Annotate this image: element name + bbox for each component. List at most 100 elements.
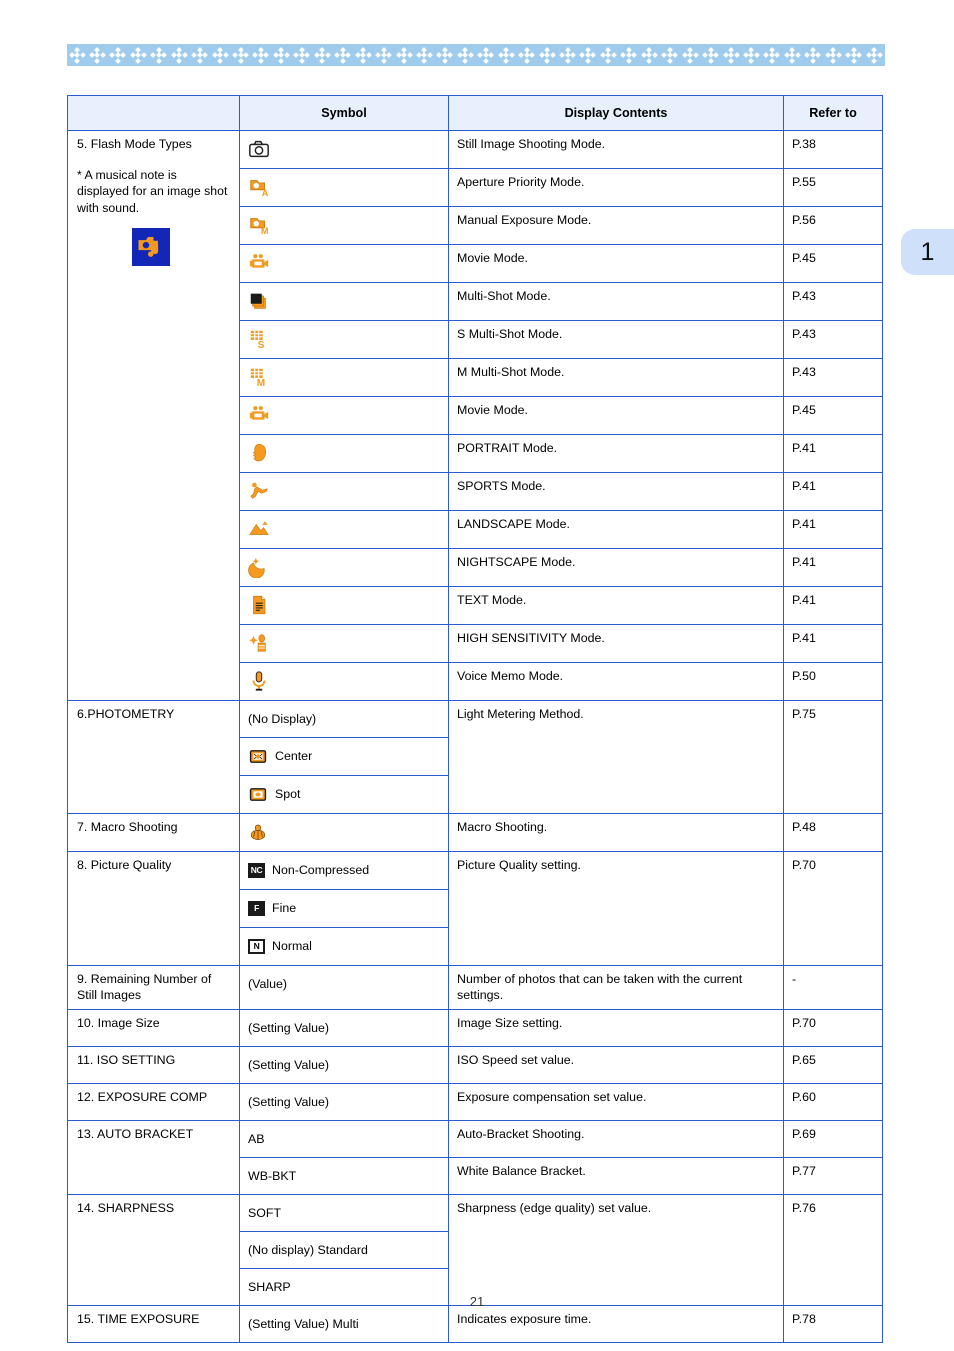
multi-shot-icon — [248, 290, 270, 312]
refer-to-cell: P.75 — [783, 700, 883, 814]
symbol-label: Fine — [272, 901, 297, 915]
symbol-content — [240, 435, 448, 471]
column-header-refer: Refer to — [783, 95, 883, 131]
item-label: 9. Remaining Number of Still Images — [77, 972, 212, 1002]
item-label: 8. Picture Quality — [77, 858, 172, 872]
svg-text:M: M — [261, 226, 269, 236]
refer-to-cell: P.43 — [783, 282, 883, 321]
symbol-content: NC Non-Compressed — [240, 852, 448, 888]
item-label: 5. Flash Mode Types — [77, 137, 192, 151]
diamond-motif — [67, 44, 87, 66]
refer-to-cell: P.45 — [783, 396, 883, 435]
table-row: 6.PHOTOMETRY (No Display) Light Metering M… — [67, 700, 883, 814]
display-contents-cell: Image Size setting. — [448, 1009, 784, 1047]
diamond-motif — [374, 44, 394, 66]
display-contents-cell-text: TEXT Mode. — [457, 593, 527, 607]
symbol-cell: SOFT — [239, 1194, 449, 1232]
landscape-icon — [248, 518, 270, 540]
table-row: 8. Picture Quality NC Non-Compressed Pictur… — [67, 851, 883, 966]
symbol-label: (Setting Value) — [248, 1095, 330, 1109]
refer-to-cell: P.70 — [783, 1009, 883, 1047]
item-cell: 6.PHOTOMETRY — [67, 700, 240, 814]
item-cell: 15. TIME EXPOSURE — [67, 1305, 240, 1343]
item-label: 11. ISO SETTING — [77, 1053, 176, 1067]
display-contents-cell-text: Voice Memo Mode. — [457, 669, 564, 683]
metering-spot-icon — [248, 786, 268, 803]
diamond-motif — [823, 44, 843, 66]
refer-to-cell-text: P.45 — [792, 403, 816, 417]
diamond-motif — [517, 44, 537, 66]
refer-to-cell: P.41 — [783, 472, 883, 511]
camera-aperture-a-icon: A — [248, 176, 270, 198]
refer-to-cell: P.38 — [783, 130, 883, 169]
display-contents-cell: Macro Shooting. — [448, 813, 784, 852]
diamond-motif — [87, 44, 107, 66]
diamond-motif — [701, 44, 721, 66]
diamond-motif — [333, 44, 353, 66]
symbol-content: (No Display) — [240, 701, 448, 737]
table-row: 14. SHARPNESS SOFT Sharpness (edge quality… — [67, 1194, 883, 1306]
diamond-motif — [741, 44, 761, 66]
chapter-tab-number: 1 — [920, 237, 935, 266]
item-cell: 9. Remaining Number of Still Images — [67, 965, 240, 1010]
text-document-icon — [248, 594, 270, 616]
display-contents-cell: Picture Quality setting. — [448, 851, 784, 966]
symbol-label: Non-Compressed — [272, 863, 370, 877]
movie-camera-icon — [248, 404, 270, 426]
refer-to-cell-text: P.41 — [792, 555, 816, 569]
symbol-content: F Fine — [240, 890, 448, 926]
symbol-cell — [239, 586, 449, 625]
sports-icon — [248, 480, 270, 502]
diamond-motif — [251, 44, 271, 66]
refer-to-cell-text: P.41 — [792, 517, 816, 531]
diamond-motif — [537, 44, 557, 66]
item-label: 15. TIME EXPOSURE — [77, 1312, 200, 1326]
table-row: 11. ISO SETTING (Setting Value) ISO Speed … — [67, 1046, 883, 1084]
refer-to-cell: P.56 — [783, 206, 883, 245]
diamond-motif — [721, 44, 741, 66]
display-contents-cell: HIGH SENSITIVITY Mode. — [448, 624, 784, 663]
refer-to-cell: P.77 — [783, 1157, 883, 1195]
diamond-motif — [496, 44, 516, 66]
diamond-motif — [271, 44, 291, 66]
refer-to-cell-text: P.38 — [792, 137, 816, 151]
symbol-content — [240, 283, 448, 319]
refer-to-cell: P.45 — [783, 244, 883, 283]
item-label: 12. EXPOSURE COMP — [77, 1090, 208, 1104]
table-row: 12. EXPOSURE COMP (Setting Value) Exposure… — [67, 1083, 883, 1121]
item-cell: 13. AUTO BRACKET — [67, 1120, 240, 1195]
movie-camera-icon — [248, 252, 270, 274]
column-header-symbol: Symbol — [239, 95, 449, 131]
refer-to-cell: P.78 — [783, 1305, 883, 1343]
refer-to-cell-text: P.50 — [792, 669, 816, 683]
table-row: 10. Image Size (Setting Value) Image Size … — [67, 1009, 883, 1047]
symbol-cell: Spot — [239, 775, 449, 814]
symbol-cell: A — [239, 168, 449, 207]
item-cell: 5. Flash Mode Types * A musical note is d… — [67, 130, 240, 701]
symbol-cell — [239, 434, 449, 473]
display-contents-cell-text: SPORTS Mode. — [457, 479, 546, 493]
refer-to-cell-text: - — [792, 972, 797, 986]
diamond-motif — [231, 44, 251, 66]
symbol-label: (Value) — [248, 977, 288, 991]
display-contents-cell-text: ISO Speed set value. — [457, 1053, 575, 1067]
symbol-cell: M — [239, 358, 449, 397]
column-header-display: Display Contents — [448, 95, 784, 131]
macro-flower-icon — [248, 822, 268, 842]
metering-center-icon — [248, 748, 268, 765]
refer-to-cell: P.41 — [783, 434, 883, 473]
symbol-content — [240, 625, 448, 661]
refer-to-cell: P.43 — [783, 320, 883, 359]
display-contents-cell-text: Indicates exposure time. — [457, 1312, 592, 1326]
diamond-motif — [108, 44, 128, 66]
display-contents-cell-text: Number of photos that can be taken with … — [457, 972, 743, 1002]
symbol-label: SHARP — [248, 1280, 291, 1294]
display-contents-cell-text: Sharpness (edge quality) set value. — [457, 1201, 652, 1215]
diamond-motif — [803, 44, 823, 66]
refer-to-cell-text: P.48 — [792, 820, 816, 834]
refer-to-cell: P.41 — [783, 548, 883, 587]
display-contents-cell: SPORTS Mode. — [448, 472, 784, 511]
display-contents-cell: Aperture Priority Mode. — [448, 168, 784, 207]
display-contents-cell-text: Manual Exposure Mode. — [457, 213, 592, 227]
symbol-cell: (Setting Value) — [239, 1083, 449, 1121]
